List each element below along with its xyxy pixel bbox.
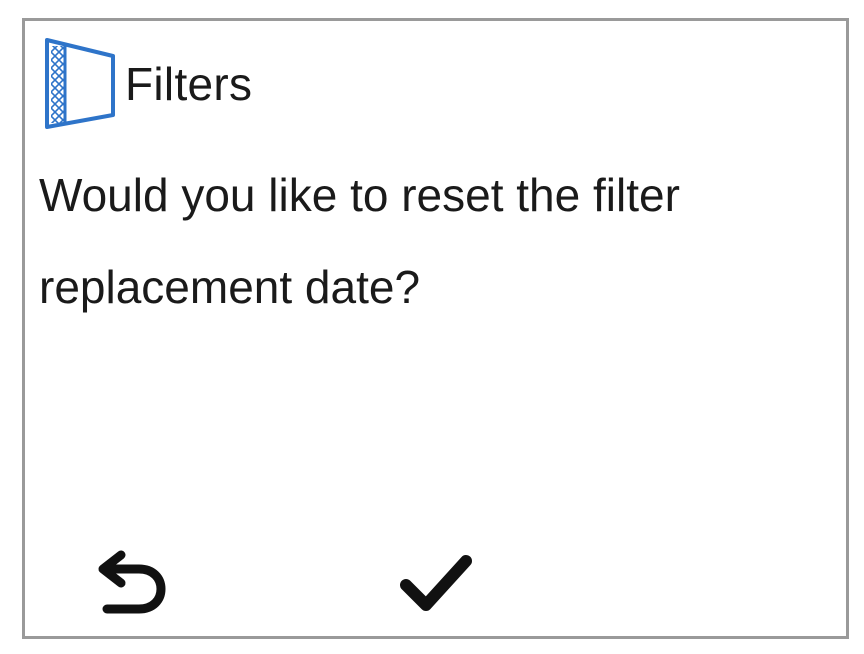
page-title: Filters bbox=[125, 57, 253, 110]
back-arrow-icon bbox=[87, 547, 171, 617]
filter-reset-dialog: Filters Would you like to reset the filt… bbox=[22, 18, 849, 639]
dialog-message: Would you like to reset the filter repla… bbox=[39, 169, 680, 313]
back-button[interactable] bbox=[81, 542, 177, 622]
checkmark-icon bbox=[394, 547, 478, 617]
dialog-header: Filters bbox=[43, 36, 252, 131]
confirm-button[interactable] bbox=[388, 542, 484, 622]
filter-icon bbox=[43, 36, 119, 131]
